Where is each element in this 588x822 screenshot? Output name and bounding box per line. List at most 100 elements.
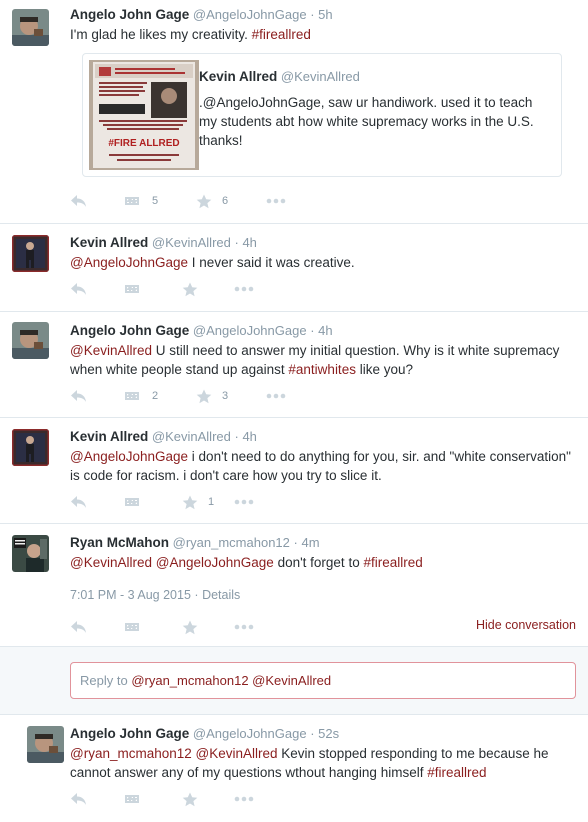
- username[interactable]: @KevinAllred: [152, 429, 231, 444]
- tweet-text: @ryan_mcmahon12 @KevinAllred Kevin stopp…: [70, 746, 549, 780]
- conversation-timeline: Angelo John Gage @AngeloJohnGage · 5h I'…: [0, 0, 588, 822]
- retweet-button[interactable]: [122, 282, 142, 296]
- avatar[interactable]: [12, 9, 49, 46]
- hashtag-link[interactable]: #fireallred: [363, 555, 422, 570]
- reply-button[interactable]: [70, 389, 88, 403]
- retweet-button[interactable]: [122, 792, 142, 806]
- favorite-button[interactable]: 6: [196, 194, 228, 209]
- quoted-fullname[interactable]: Kevin Allred: [199, 69, 277, 84]
- username[interactable]: @AngeloJohnGage: [193, 7, 307, 22]
- favorite-button[interactable]: [182, 792, 198, 807]
- tweet-actions: [70, 280, 370, 298]
- tweet-header: Kevin Allred @KevinAllred · 4h: [70, 235, 257, 250]
- tweet-text: @KevinAllred U still need to answer my i…: [70, 343, 560, 377]
- retweet-button[interactable]: 5: [122, 194, 158, 208]
- timestamp-link[interactable]: 52s: [318, 726, 339, 741]
- retweet-icon: [125, 197, 139, 205]
- reply-icon: [71, 496, 86, 508]
- more-button[interactable]: [234, 796, 254, 802]
- timestamp-link[interactable]: 5h: [318, 7, 332, 22]
- hashtag-link[interactable]: #fireallred: [427, 765, 486, 780]
- timestamp-link[interactable]: 4h: [318, 323, 332, 338]
- favorite-button[interactable]: [182, 282, 198, 297]
- username[interactable]: @AngeloJohnGage: [193, 323, 307, 338]
- favorite-icon: [196, 389, 212, 403]
- focused-tweet[interactable]: Ryan McMahon @ryan_mcmahon12 · 4m @Kevin…: [0, 524, 588, 647]
- mention-link[interactable]: @AngeloJohnGage: [70, 255, 188, 270]
- favorite-button[interactable]: 3: [196, 389, 228, 404]
- more-button[interactable]: [234, 499, 254, 505]
- reply-icon: [71, 621, 86, 633]
- avatar[interactable]: [27, 726, 64, 763]
- fullname[interactable]: Kevin Allred: [70, 235, 148, 250]
- tweet[interactable]: Angelo John Gage @AngeloJohnGage · 5h I'…: [0, 0, 588, 224]
- tweet[interactable]: Kevin Allred @KevinAllred · 4h @AngeloJo…: [0, 418, 588, 524]
- username[interactable]: @AngeloJohnGage: [193, 726, 307, 741]
- timestamp-link[interactable]: 4h: [242, 429, 256, 444]
- avatar[interactable]: [12, 322, 49, 359]
- username[interactable]: @KevinAllred: [152, 235, 231, 250]
- reply-icon: [71, 283, 86, 295]
- fullname[interactable]: Kevin Allred: [70, 429, 148, 444]
- more-button[interactable]: [234, 286, 254, 292]
- mention-link[interactable]: @ryan_mcmahon12: [70, 746, 192, 761]
- favorite-icon: [182, 495, 198, 509]
- tweet-actions: 1: [70, 493, 370, 511]
- fullname[interactable]: Angelo John Gage: [70, 726, 189, 741]
- hide-conversation-link[interactable]: Hide conversation: [476, 618, 576, 632]
- fullname[interactable]: Angelo John Gage: [70, 7, 189, 22]
- more-button[interactable]: [266, 198, 286, 204]
- reply-button[interactable]: [70, 792, 88, 806]
- mention-link[interactable]: @AngeloJohnGage: [156, 555, 274, 570]
- reply-button[interactable]: [70, 282, 88, 296]
- tweet[interactable]: Angelo John Gage @AngeloJohnGage · 52s @…: [0, 715, 588, 822]
- mention-link[interactable]: @KevinAllred: [196, 746, 278, 761]
- avatar[interactable]: [12, 235, 49, 272]
- retweet-icon: [125, 392, 139, 400]
- reply-button[interactable]: [70, 495, 88, 509]
- favorite-icon: [196, 194, 212, 208]
- retweet-button[interactable]: [122, 495, 142, 509]
- timestamp-link[interactable]: 4m: [302, 535, 320, 550]
- tweet-text: @AngeloJohnGage i don't need to do anyth…: [70, 449, 571, 483]
- avatar[interactable]: [12, 535, 49, 572]
- retweet-icon: [125, 285, 139, 293]
- tweet-date: 7:01 PM - 3 Aug 2015: [70, 588, 191, 602]
- tweet-header: Angelo John Gage @AngeloJohnGage · 4h: [70, 323, 333, 338]
- reply-input[interactable]: Reply to @ryan_mcmahon12 @KevinAllred: [70, 662, 576, 699]
- reply-button[interactable]: [70, 194, 88, 208]
- retweet-button[interactable]: [122, 620, 142, 634]
- fullname[interactable]: Angelo John Gage: [70, 323, 189, 338]
- quoted-username[interactable]: @KevinAllred: [281, 69, 360, 84]
- more-icon: [266, 393, 286, 399]
- tweet-actions: [70, 618, 370, 636]
- tweet-actions: 5 6: [70, 192, 370, 210]
- more-icon: [234, 796, 254, 802]
- reply-icon: [71, 195, 86, 207]
- details-link[interactable]: Details: [202, 588, 240, 602]
- retweet-button[interactable]: 2: [122, 389, 158, 403]
- tweet-actions: [70, 790, 370, 808]
- mention-link[interactable]: @AngeloJohnGage: [70, 449, 188, 464]
- retweet-icon: [125, 795, 139, 803]
- quoted-tweet[interactable]: #FIRE ALLRED Kevin Allred @KevinAllred .…: [82, 53, 562, 177]
- tweet-text: I'm glad he likes my creativity. #fireal…: [70, 27, 311, 42]
- tweet-header: Angelo John Gage @AngeloJohnGage · 5h: [70, 7, 333, 22]
- hashtag-link[interactable]: #fireallred: [252, 27, 311, 42]
- avatar[interactable]: [12, 429, 49, 466]
- more-button[interactable]: [266, 393, 286, 399]
- username[interactable]: @ryan_mcmahon12: [173, 535, 290, 550]
- more-button[interactable]: [234, 624, 254, 630]
- favorite-button[interactable]: [182, 620, 198, 635]
- fullname[interactable]: Ryan McMahon: [70, 535, 169, 550]
- hashtag-link[interactable]: #antiwhites: [288, 362, 356, 377]
- favorite-button[interactable]: 1: [182, 495, 214, 510]
- reply-button[interactable]: [70, 620, 88, 634]
- mention-link[interactable]: @KevinAllred: [70, 343, 152, 358]
- mention-link[interactable]: @KevinAllred: [70, 555, 152, 570]
- reply-placeholder: Reply to: [80, 673, 132, 688]
- favorite-icon: [182, 620, 198, 634]
- tweet[interactable]: Angelo John Gage @AngeloJohnGage · 4h @K…: [0, 312, 588, 418]
- tweet[interactable]: Kevin Allred @KevinAllred · 4h @AngeloJo…: [0, 224, 588, 312]
- timestamp-link[interactable]: 4h: [242, 235, 256, 250]
